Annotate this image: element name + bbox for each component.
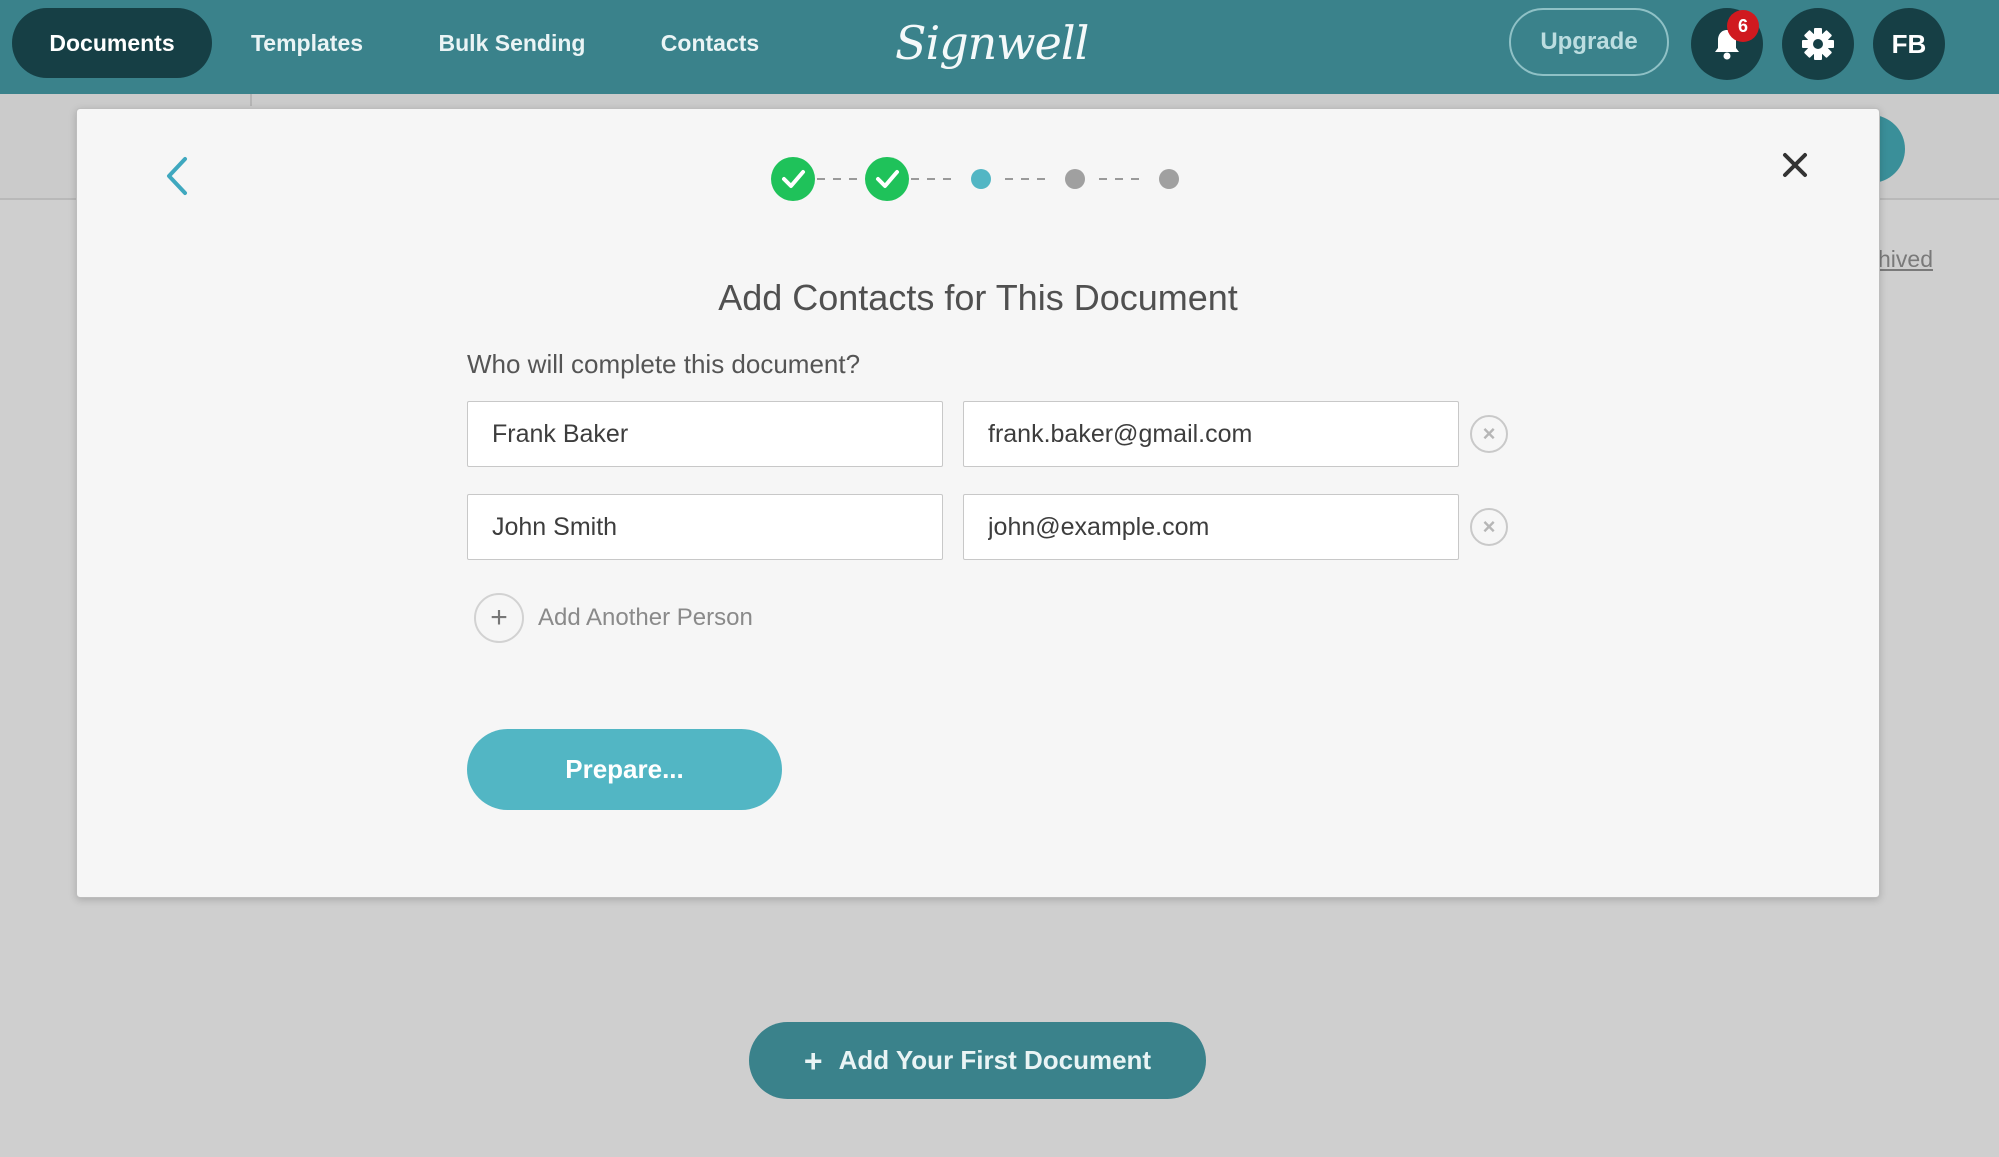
step-current-dot	[971, 169, 991, 189]
nav-documents[interactable]: Documents	[12, 8, 212, 78]
close-icon	[1783, 153, 1807, 177]
contact-email-input-2[interactable]	[963, 494, 1459, 560]
progress-stepper	[771, 157, 1179, 201]
add-first-document-button[interactable]: + Add Your First Document	[749, 1022, 1206, 1099]
avatar-initials: FB	[1891, 28, 1927, 59]
nav-bulk-sending[interactable]: Bulk Sending	[420, 8, 604, 78]
contact-name-input-1[interactable]	[467, 401, 943, 467]
signwell-logo[interactable]: Signwell	[895, 8, 1089, 78]
question-label: Who will complete this document?	[467, 349, 861, 379]
step-complete-check-icon	[865, 157, 909, 201]
modal-title: Add Contacts for This Document	[718, 277, 1238, 318]
plus-circle-icon: +	[474, 593, 524, 643]
back-button[interactable]	[157, 151, 197, 201]
remove-contact-button-2[interactable]: ×	[1470, 508, 1508, 546]
remove-x-icon: ×	[1482, 421, 1496, 446]
nav-templates[interactable]: Templates	[230, 8, 384, 78]
close-button[interactable]	[1777, 147, 1813, 183]
notification-count-badge: 6	[1727, 10, 1759, 42]
remove-x-icon: ×	[1482, 514, 1496, 539]
add-first-document-label: Add Your First Document	[838, 1045, 1152, 1075]
add-another-person-button[interactable]: + Add Another Person	[474, 592, 753, 644]
nav-contacts[interactable]: Contacts	[640, 8, 780, 78]
add-another-person-label: Add Another Person	[538, 604, 753, 631]
top-navigation-bar: Documents Templates Bulk Sending Contact…	[0, 0, 1999, 94]
remove-contact-button-1[interactable]: ×	[1470, 415, 1508, 453]
plus-icon: +	[803, 1042, 823, 1079]
contact-email-input-1[interactable]	[963, 401, 1459, 467]
settings-button[interactable]	[1782, 8, 1854, 80]
contact-name-input-2[interactable]	[467, 494, 943, 560]
step-pending-dot	[1065, 169, 1085, 189]
prepare-button[interactable]: Prepare...	[467, 729, 782, 810]
gear-icon	[1802, 28, 1834, 60]
chevron-left-icon	[167, 157, 187, 195]
step-complete-check-icon	[771, 157, 815, 201]
page-divider	[250, 94, 252, 106]
user-avatar-button[interactable]: FB	[1873, 8, 1945, 80]
add-contacts-modal: Add Contacts for This Document Who will …	[76, 108, 1880, 898]
archived-link[interactable]: hived	[1878, 246, 1933, 273]
upgrade-button[interactable]: Upgrade	[1509, 8, 1669, 76]
step-pending-dot	[1159, 169, 1179, 189]
